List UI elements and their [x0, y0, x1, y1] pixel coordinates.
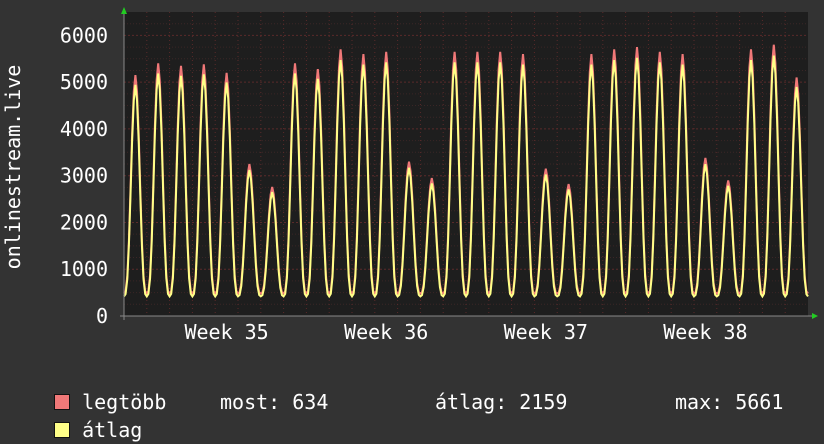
- y-axis-ticks: 0 1000 2000 3000 4000 5000 6000: [60, 23, 108, 328]
- y-tick-label: 4000: [60, 117, 108, 141]
- stat-maximum: max: 5661: [675, 390, 783, 414]
- legend-label-avg: átlag: [82, 418, 143, 442]
- y-tick-label: 5000: [60, 70, 108, 94]
- x-tick-label: Week 38: [663, 320, 747, 340]
- stat-current-value: 634: [292, 390, 329, 414]
- y-tick-label: 3000: [60, 164, 108, 188]
- stat-average-label: átlag:: [435, 390, 508, 414]
- stat-maximum-value: 5661: [735, 390, 784, 414]
- x-tick-label: Week 37: [504, 320, 588, 340]
- y-tick-label: 1000: [60, 257, 108, 281]
- x-axis-ticks: Week 35 Week 36 Week 37 Week 38: [184, 320, 747, 340]
- y-tick-label: 0: [96, 304, 108, 328]
- y-tick-label: 6000: [60, 23, 108, 47]
- legend-item-avg: átlag: [30, 388, 142, 444]
- y-tick-label: 2000: [60, 210, 108, 234]
- stat-current-label: most:: [220, 390, 281, 414]
- x-tick-label: Week 35: [184, 320, 268, 340]
- x-axis-arrow: [812, 313, 818, 319]
- chart: 0 1000 2000 3000 4000 5000 6000 Week 35 Week 36…: [1, 7, 818, 340]
- stat-current: most: 634: [220, 390, 328, 414]
- stat-average-value: 2159: [519, 390, 568, 414]
- stat-average: átlag: 2159: [435, 390, 567, 414]
- x-tick-label: Week 36: [344, 320, 428, 340]
- stat-maximum-label: max:: [675, 390, 724, 414]
- legend-swatch-avg: [54, 422, 71, 438]
- y-axis-label: onlinestream.live: [1, 65, 25, 270]
- y-axis-arrow: [121, 7, 127, 14]
